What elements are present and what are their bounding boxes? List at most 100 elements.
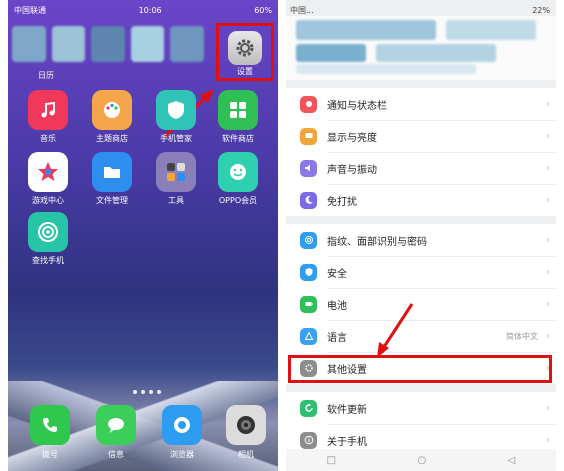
other-settings-highlight [288, 355, 552, 383]
folder-icon [92, 152, 132, 192]
status-bar: 中国联通 10:06 60% [14, 4, 272, 16]
dock-camera[interactable]: 相机 [216, 405, 276, 465]
settings-row-value: 简体中文 [506, 331, 538, 341]
navigation-bar: □ ○ ◁ [286, 449, 556, 471]
chevron-right-icon: › [546, 330, 550, 342]
chevron-right-icon: › [546, 266, 550, 278]
clock-text: 10:06 [138, 5, 162, 15]
chevron-right-icon: › [546, 194, 550, 206]
app-label: 拨号 [42, 450, 58, 459]
settings-screen: 中国... 22% 通知与状态栏 › 显示与亮度 › 声音与振动 › 免打扰 ›… [286, 0, 556, 471]
settings-row-do-not-disturb[interactable]: 免打扰 › [286, 184, 556, 216]
radar-icon [28, 212, 68, 252]
settings-app-label: 设置 [237, 67, 253, 76]
app-label: 文件管理 [96, 196, 128, 205]
settings-row-notifications[interactable]: 通知与状态栏 › [286, 88, 556, 120]
blurred-account-area [286, 16, 556, 80]
app-find-phone[interactable]: 查找手机 [18, 212, 78, 272]
chevron-right-icon: › [546, 162, 550, 174]
dock-messages[interactable]: 信息 [86, 405, 146, 465]
app-label: 音乐 [40, 134, 56, 143]
back-button[interactable]: ◁ [508, 455, 516, 466]
sound-icon [300, 159, 317, 177]
settings-row-label: 指纹、面部识别与密码 [327, 236, 427, 248]
star-icon [28, 152, 68, 192]
settings-row-software-update[interactable]: 软件更新 › [286, 392, 556, 424]
app-label: 游戏中心 [32, 196, 64, 205]
app-phone-manager[interactable]: 手机管家 [146, 90, 206, 150]
app-label: OPPO会员 [218, 196, 258, 205]
chevron-right-icon: › [546, 98, 550, 110]
settings-row-label: 软件更新 [327, 404, 367, 416]
app-label: 软件商店 [222, 134, 254, 143]
browser-icon [162, 405, 202, 445]
phone-icon [30, 405, 70, 445]
palette-icon [92, 90, 132, 130]
settings-group-about: 软件更新 › 关于手机 › [286, 392, 556, 456]
chevron-right-icon: › [546, 130, 550, 142]
shield-icon [156, 90, 196, 130]
settings-row-fingerprint[interactable]: 指纹、面部识别与密码 › [286, 224, 556, 256]
settings-group-display: 通知与状态栏 › 显示与亮度 › 声音与振动 › 免打扰 › [286, 88, 556, 216]
app-music[interactable]: 音乐 [18, 90, 78, 150]
app-label: 主题商店 [96, 134, 128, 143]
settings-row-label: 显示与亮度 [327, 132, 377, 144]
carrier-text: 中国... [290, 5, 314, 15]
status-bar: 中国... 22% [290, 4, 550, 16]
carrier-text: 中国联通 [14, 5, 46, 15]
pointer-arrow [377, 303, 414, 358]
display-icon [300, 127, 317, 145]
notification-icon [300, 95, 317, 113]
settings-app[interactable] [228, 31, 262, 65]
battery-text: 60% [254, 5, 272, 15]
home-button[interactable]: ○ [417, 455, 426, 466]
battery-icon [300, 295, 317, 313]
app-label: 相机 [238, 450, 254, 459]
camera-icon [226, 405, 266, 445]
recent-apps-button[interactable]: □ [327, 455, 336, 466]
smile-icon [218, 152, 258, 192]
fingerprint-icon [300, 231, 317, 249]
language-icon [300, 327, 317, 345]
battery-text: 22% [532, 5, 550, 15]
chevron-right-icon: › [546, 402, 550, 414]
settings-row-battery[interactable]: 电池 › [286, 288, 556, 320]
moon-icon [300, 191, 317, 209]
dock-browser[interactable]: 浏览器 [152, 405, 212, 465]
settings-row-label: 关于手机 [327, 436, 367, 448]
app-label: 查找手机 [32, 256, 64, 265]
settings-row-language[interactable]: 语言 简体中文 › [286, 320, 556, 352]
chevron-right-icon: › [546, 234, 550, 246]
app-game-center[interactable]: 游戏中心 [18, 152, 78, 212]
chevron-right-icon: › [546, 434, 550, 446]
app-file-manager[interactable]: 文件管理 [82, 152, 142, 212]
app-tools-folder[interactable]: 工具 [146, 152, 206, 212]
update-icon [300, 399, 317, 417]
app-oppo-member[interactable]: OPPO会员 [208, 152, 268, 212]
info-icon [300, 431, 317, 449]
settings-row-label: 电池 [327, 300, 347, 312]
dock-dialer[interactable]: 拨号 [20, 405, 80, 465]
message-icon [96, 405, 136, 445]
page-indicator [133, 390, 161, 394]
settings-row-display[interactable]: 显示与亮度 › [286, 120, 556, 152]
settings-row-label: 安全 [327, 268, 347, 280]
app-software-store[interactable]: 软件商店 [208, 90, 268, 150]
settings-row-label: 声音与振动 [327, 164, 377, 176]
settings-row-label: 通知与状态栏 [327, 100, 387, 112]
app-theme-store[interactable]: 主题商店 [82, 90, 142, 150]
gear-icon [236, 39, 254, 57]
blurred-label: 日历 [38, 71, 54, 80]
app-label: 工具 [168, 196, 184, 205]
app-label: 信息 [108, 450, 124, 459]
settings-row-label: 语言 [327, 332, 347, 344]
settings-highlight: 设置 [216, 23, 274, 81]
settings-row-security[interactable]: 安全 › [286, 256, 556, 288]
settings-row-sound[interactable]: 声音与振动 › [286, 152, 556, 184]
app-label: 浏览器 [170, 450, 194, 459]
app-label: 手机管家 [160, 134, 192, 143]
home-screen: 中国联通 10:06 60% 日历 设置 音乐 主题商店 手机管家 软件商店 游… [8, 0, 278, 471]
chevron-right-icon: › [546, 298, 550, 310]
tools-folder-icon [156, 152, 196, 192]
music-icon [28, 90, 68, 130]
